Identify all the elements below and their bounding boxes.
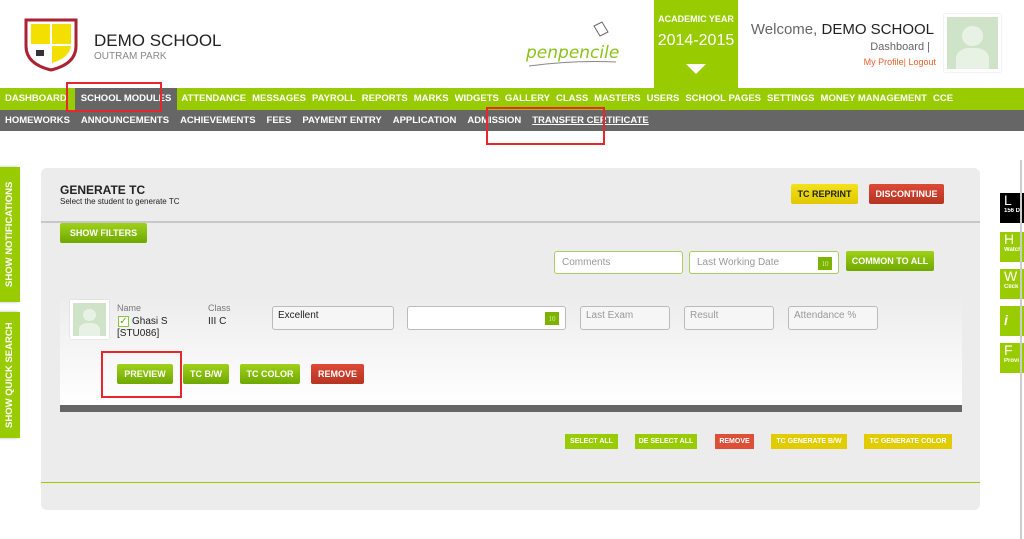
welcome-prefix: Welcome, <box>750 21 818 38</box>
dropdown-triangle-icon <box>686 64 706 74</box>
tc-generate-bw-button[interactable]: TC GENERATE B/W <box>771 434 847 449</box>
subnav-item-homeworks[interactable]: HOMEWORKS <box>5 110 81 131</box>
tc-color-button[interactable]: TC COLOR <box>240 364 300 384</box>
welcome-user: DEMO SCHOOL <box>821 21 934 38</box>
student-checkbox[interactable]: ✓ <box>118 316 129 327</box>
divider <box>41 482 980 483</box>
subnav-item-announcements[interactable]: ANNOUNCEMENTS <box>81 110 180 131</box>
tc-reprint-button[interactable]: TC REPRINT <box>791 184 858 204</box>
my-profile-link[interactable]: My Profile| <box>864 57 906 67</box>
penpencileraser-logo: penpencileraser <box>525 21 619 67</box>
student-id: [STU086] <box>117 328 160 339</box>
school-location: OUTRAM PARK <box>94 51 167 62</box>
show-quick-search-tab[interactable]: SHOW QUICK SEARCH <box>0 312 20 438</box>
show-filters-button[interactable]: SHOW FILTERS <box>60 223 147 243</box>
nav-item-attendance[interactable]: ATTENDANCE <box>181 88 252 110</box>
divider <box>41 221 980 223</box>
subnav-item-fees[interactable]: FEES <box>267 110 303 131</box>
nav-item-payroll[interactable]: PAYROLL <box>312 88 362 110</box>
student-class: III C <box>208 316 227 327</box>
academic-year-value: 2014-2015 <box>657 32 735 49</box>
class-label: Class <box>208 303 231 313</box>
conduct-input[interactable]: Excellent <box>272 306 394 330</box>
row-bottom-bar <box>60 405 962 412</box>
remove-button[interactable]: REMOVE <box>311 364 364 384</box>
bulk-remove-button[interactable]: REMOVE <box>715 434 754 449</box>
dashboard-link[interactable]: Dashboard | <box>870 41 930 53</box>
page-title: GENERATE TC <box>60 183 146 197</box>
student-avatar <box>70 300 109 339</box>
scrollbar[interactable] <box>1020 160 1022 539</box>
nav-item-school-pages[interactable]: SCHOOL PAGES <box>685 88 767 110</box>
last-exam-input[interactable]: Last Exam <box>580 306 670 330</box>
nav-item-messages[interactable]: MESSAGES <box>252 88 312 110</box>
school-name: DEMO SCHOOL <box>94 31 222 50</box>
highlight-box <box>66 82 162 112</box>
last-working-date-input[interactable]: Last Working Date 10 <box>689 251 839 274</box>
user-avatar[interactable] <box>944 14 1001 72</box>
calendar-icon[interactable]: 10 <box>545 312 559 325</box>
school-crest-logo <box>24 18 78 72</box>
academic-year-selector[interactable]: ACADEMIC YEAR 2014-2015 <box>654 0 738 88</box>
highlight-box <box>486 107 605 145</box>
date-input[interactable]: 10 <box>407 306 566 330</box>
profile-links: My Profile| Logout <box>864 57 936 67</box>
highlight-box <box>101 351 182 398</box>
comments-input[interactable]: Comments <box>554 251 683 274</box>
subnav-item-application[interactable]: APPLICATION <box>393 110 468 131</box>
tc-bw-button[interactable]: TC B/W <box>183 364 229 384</box>
nav-item-marks[interactable]: MARKS <box>414 88 455 110</box>
academic-year-label: ACADEMIC YEAR <box>658 14 734 24</box>
page-subtitle: Select the student to generate TC <box>60 197 180 206</box>
attendance-input[interactable]: Attendance % <box>788 306 878 330</box>
nav-item-users[interactable]: USERS <box>647 88 686 110</box>
result-input[interactable]: Result <box>684 306 774 330</box>
select-all-button[interactable]: SELECT ALL <box>565 434 618 449</box>
discontinue-button[interactable]: DISCONTINUE <box>869 184 944 204</box>
name-label: Name <box>117 303 142 313</box>
nav-item-cce[interactable]: CCE <box>933 88 959 110</box>
student-name: Ghasi S <box>132 316 168 327</box>
deselect-all-button[interactable]: DE SELECT ALL <box>635 434 697 449</box>
nav-item-money-management[interactable]: MONEY MANAGEMENT <box>821 88 933 110</box>
svg-text:penpencileraser: penpencileraser <box>525 43 619 63</box>
nav-item-settings[interactable]: SETTINGS <box>767 88 821 110</box>
subnav-item-payment-entry[interactable]: PAYMENT ENTRY <box>302 110 392 131</box>
nav-item-reports[interactable]: REPORTS <box>362 88 414 110</box>
nav-item-dashboard[interactable]: DASHBOARD <box>5 88 73 110</box>
common-to-all-button[interactable]: COMMON TO ALL <box>846 251 934 271</box>
logout-link[interactable]: Logout <box>908 57 936 67</box>
show-notifications-tab[interactable]: SHOW NOTIFICATIONS <box>0 167 20 302</box>
subnav-item-achievements[interactable]: ACHIEVEMENTS <box>180 110 266 131</box>
calendar-icon[interactable]: 10 <box>818 257 832 270</box>
last-working-date-placeholder: Last Working Date <box>697 257 780 268</box>
welcome-text: Welcome, DEMO SCHOOL <box>751 21 934 38</box>
tc-generate-color-button[interactable]: TC GENERATE COLOR <box>864 434 952 449</box>
